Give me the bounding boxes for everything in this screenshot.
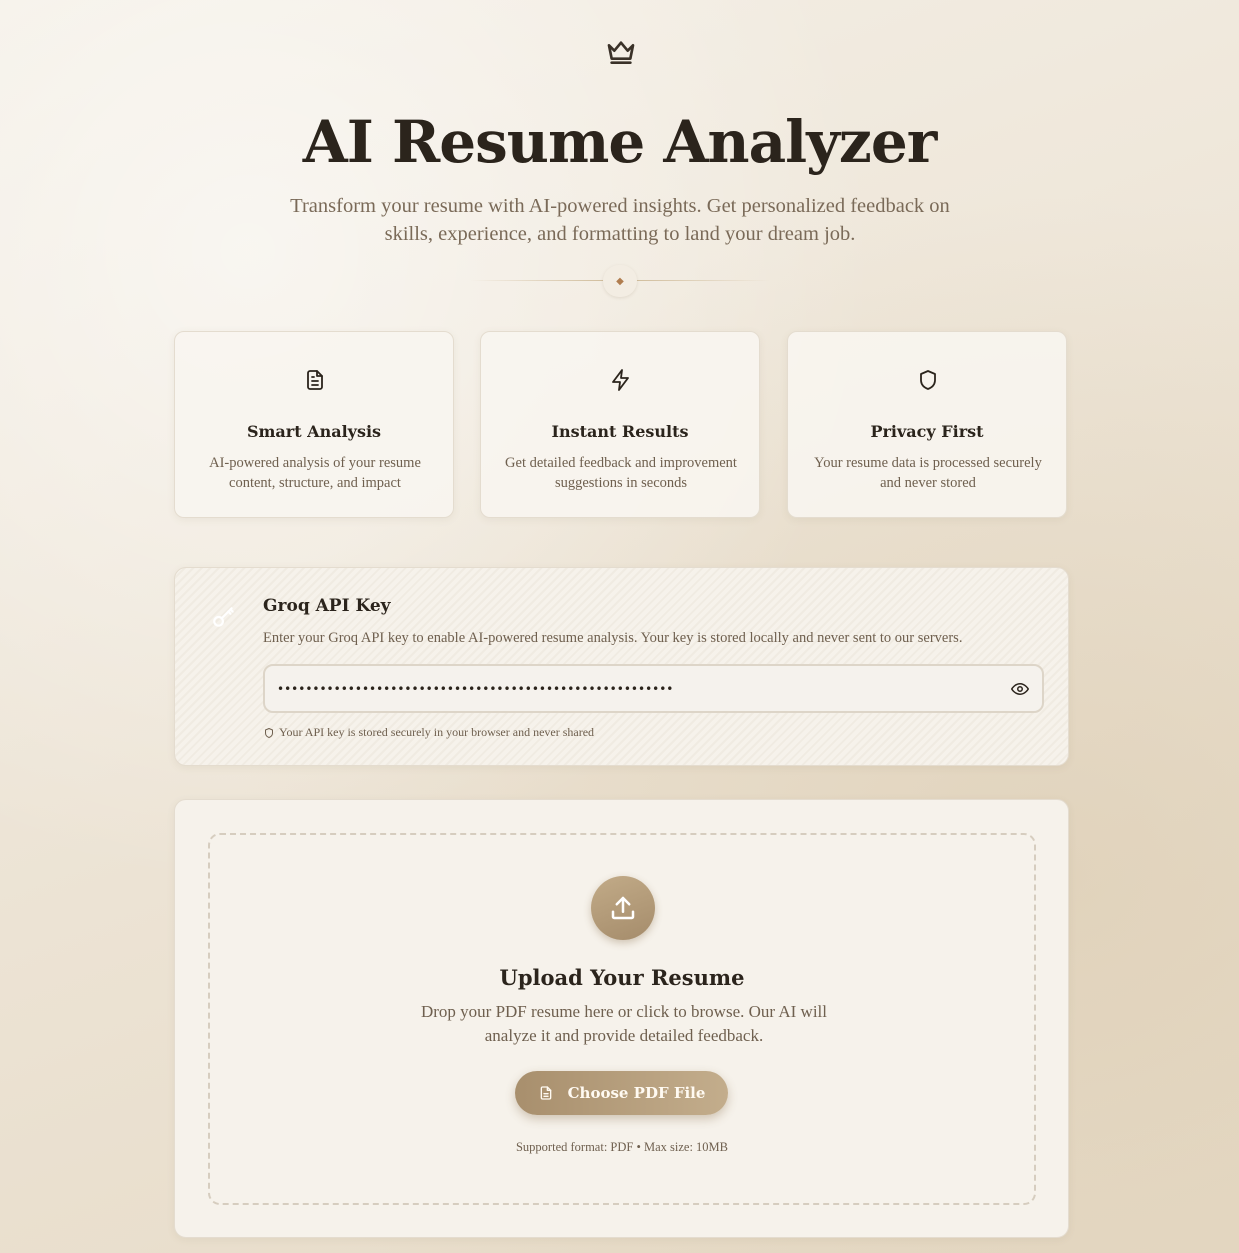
- feature-title: Privacy First: [870, 422, 984, 441]
- page-title: AI Resume Analyzer: [302, 108, 938, 176]
- api-key-input[interactable]: [277, 676, 997, 702]
- feature-title: Smart Analysis: [246, 422, 382, 441]
- api-key-field: [263, 664, 1044, 713]
- feature-title: Instant Results: [551, 422, 689, 441]
- upload-format-note: Supported format: PDF • Max size: 10MB: [515, 1140, 728, 1154]
- diamond-icon: ◆: [603, 265, 637, 297]
- feature-description: Get detailed feedback and improvement su…: [505, 455, 737, 491]
- feature-card-smart-analysis: Smart Analysis AI-powered analysis of yo…: [174, 331, 454, 518]
- resume-dropzone[interactable]: Upload Your Resume Drop your PDF resume …: [208, 833, 1036, 1205]
- api-key-card: Groq API Key Enter your Groq API key to …: [174, 567, 1069, 766]
- lightning-icon: [612, 369, 629, 391]
- upload-icon-circle: [591, 876, 655, 940]
- upload-title: Upload Your Resume: [499, 965, 745, 990]
- api-key-note: Your API key is stored securely in your …: [263, 725, 594, 740]
- document-icon: [540, 1086, 551, 1100]
- feature-description: Your resume data is processed securely a…: [814, 455, 1042, 491]
- upload-icon: [611, 896, 635, 920]
- feature-description: AI-powered analysis of your resume conte…: [209, 455, 421, 491]
- feature-card-instant-results: Instant Results Get detailed feedback an…: [480, 331, 760, 518]
- upload-card: Upload Your Resume Drop your PDF resume …: [174, 799, 1069, 1238]
- shield-icon: [920, 370, 936, 390]
- crown-icon: [607, 41, 635, 64]
- eye-icon[interactable]: [1011, 680, 1029, 698]
- page-subtitle: Transform your resume with AI-powered in…: [290, 195, 950, 245]
- api-key-description: Enter your Groq API key to enable AI-pow…: [263, 630, 963, 646]
- shield-icon: [265, 727, 273, 738]
- key-icon: [213, 607, 234, 627]
- document-icon: [307, 370, 323, 390]
- choose-pdf-button[interactable]: Choose PDF File: [515, 1071, 728, 1115]
- feature-card-privacy-first: Privacy First Your resume data is proces…: [787, 331, 1067, 518]
- api-key-note-text: Your API key is stored securely in your …: [279, 725, 595, 739]
- choose-pdf-button-label: Choose PDF File: [567, 1084, 706, 1102]
- upload-description: Drop your PDF resume here or click to br…: [420, 1002, 828, 1045]
- api-key-title: Groq API Key: [263, 596, 391, 616]
